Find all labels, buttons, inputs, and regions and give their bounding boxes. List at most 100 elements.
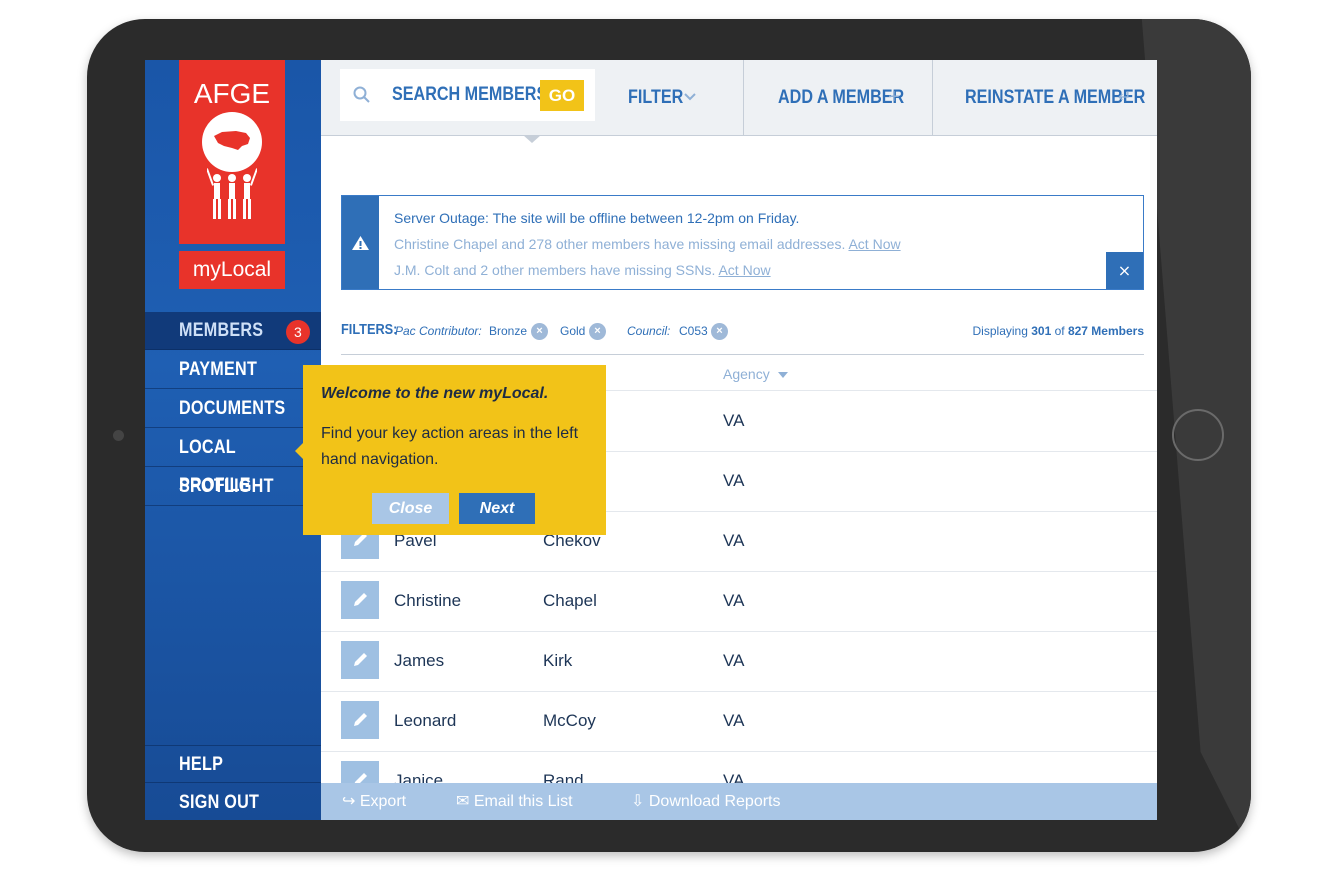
tooltip-title: Welcome to the new myLocal.	[321, 385, 549, 402]
alert-message-outage: Server Outage: The site will be offline …	[394, 210, 800, 226]
agency-header-label: Agency	[723, 366, 770, 382]
table-row[interactable]: Leonard McCoy VA	[321, 691, 1157, 752]
go-button[interactable]: GO	[540, 80, 584, 111]
export-label: Export	[359, 793, 407, 810]
alert-ssn-text: J.M. Colt and 2 other members have missi…	[394, 262, 716, 278]
active-filters-bar: FILTERS: Pac Contributor: Bronze × Gold …	[341, 318, 1144, 355]
nav-item-sign-out[interactable]: SIGN OUT	[145, 784, 321, 820]
first-name-cell: Leonard	[394, 711, 457, 730]
screen: AFGE myLocal MEMBERS 3 PAYMENT DOCUMENTS…	[145, 60, 1157, 820]
tooltip-body: Find your key action areas in the left h…	[321, 425, 579, 468]
filter-button[interactable]: FILTER	[628, 60, 696, 135]
nav-label-sign-out: SIGN OUT	[179, 792, 260, 813]
members-count-badge: 3	[286, 320, 310, 344]
nav-label-payment: PAYMENT	[179, 359, 258, 380]
pac-label-text: Pac Contributor:	[395, 324, 482, 338]
app-name-label: myLocal	[179, 251, 285, 289]
display-shown: 301	[1031, 324, 1052, 338]
top-bar: SEARCH MEMBERS GO FILTER ADD A MEMBER + …	[321, 60, 1157, 143]
reinstate-member-button[interactable]: REINSTATE A MEMBER ↵	[965, 60, 1157, 135]
edit-pencil-icon[interactable]	[341, 581, 379, 619]
nav-label-help: HELP	[179, 754, 224, 775]
tablet-home-button[interactable]	[1172, 409, 1224, 461]
logo-text: AFGE	[193, 78, 271, 109]
export-button[interactable]: ↪ Export	[342, 783, 406, 820]
globe-icon	[202, 112, 262, 172]
remove-gold-icon[interactable]: ×	[589, 323, 606, 340]
tablet-camera	[113, 430, 124, 441]
alert-message-email: Christine Chapel and 278 other members h…	[394, 236, 901, 252]
display-total: 827 Members	[1067, 324, 1144, 338]
nav-item-members[interactable]: MEMBERS 3	[145, 312, 321, 350]
return-arrow-icon: ↵	[1118, 89, 1132, 106]
table-row[interactable]: James Kirk VA	[321, 631, 1157, 692]
search-icon	[352, 85, 372, 105]
agency-cell: VA	[723, 651, 745, 670]
warning-icon	[342, 196, 379, 289]
first-name-cell: Christine	[394, 591, 462, 610]
filter-chip-bronze: Bronze	[489, 324, 528, 338]
divider	[932, 60, 933, 135]
envelope-icon: ✉	[456, 793, 470, 810]
alert-email-text: Christine Chapel and 278 other members h…	[394, 236, 846, 252]
table-row[interactable]: Christine Chapel VA	[321, 571, 1157, 632]
filter-chip-council: C053	[679, 324, 708, 338]
download-icon: ⇩	[631, 793, 645, 810]
council-label-text: Council:	[627, 324, 671, 338]
last-name-cell: Chapel	[543, 591, 597, 610]
onboarding-tooltip: Welcome to the new myLocal. Find your ke…	[295, 365, 606, 535]
download-label: Download Reports	[648, 793, 781, 810]
nav-item-spotlight[interactable]: SPOTLIGHT	[145, 468, 321, 506]
agency-cell: VA	[723, 531, 745, 550]
filter-chip-gold: Gold	[560, 324, 586, 338]
people-icon	[205, 168, 259, 224]
nav-label-members: MEMBERS	[179, 320, 264, 341]
chevron-down-icon	[683, 60, 697, 167]
nav-item-documents[interactable]: DOCUMENTS	[145, 390, 321, 428]
display-prefix: Displaying	[972, 324, 1028, 338]
filters-label: FILTERS:	[341, 321, 398, 338]
remove-bronze-icon[interactable]: ×	[531, 323, 548, 340]
last-name-cell: McCoy	[543, 711, 596, 730]
agency-column-header[interactable]: Agency	[723, 366, 788, 382]
divider	[743, 60, 744, 135]
add-member-button[interactable]: ADD A MEMBER +	[778, 60, 926, 135]
nav-label-spotlight: SPOTLIGHT	[179, 476, 274, 497]
afge-logo[interactable]: AFGE	[179, 60, 285, 244]
search-pointer	[523, 135, 541, 143]
tooltip-close-button[interactable]: Close	[372, 493, 449, 524]
nav-item-help[interactable]: HELP	[145, 745, 321, 783]
bottom-action-bar: ↪ Export ✉ Email this List ⇩ Download Re…	[321, 783, 1157, 820]
nav-item-payment[interactable]: PAYMENT	[145, 351, 321, 389]
email-label: Email this List	[473, 793, 573, 810]
alert-close-button[interactable]: ×	[1106, 252, 1143, 289]
agency-cell: VA	[723, 591, 745, 610]
email-list-button[interactable]: ✉ Email this List	[456, 783, 573, 820]
alert-panel: Server Outage: The site will be offline …	[341, 195, 1144, 290]
filter-pac-label: Pac Contributor:	[395, 324, 482, 338]
share-icon: ↪	[342, 793, 356, 810]
last-name-cell: Kirk	[543, 651, 573, 670]
filter-council-label: Council:	[627, 324, 670, 338]
display-count: Displaying 301 of 827 Members	[973, 324, 1144, 338]
search-members-box[interactable]: SEARCH MEMBERS GO	[340, 69, 595, 121]
plus-icon: +	[888, 86, 900, 108]
act-now-link-ssn[interactable]: Act Now	[718, 262, 770, 278]
sort-down-icon	[777, 372, 788, 379]
agency-cell: VA	[723, 471, 745, 490]
nav-label-documents: DOCUMENTS	[179, 398, 286, 419]
agency-cell: VA	[723, 711, 745, 730]
search-input[interactable]: SEARCH MEMBERS	[392, 69, 547, 121]
agency-cell: VA	[723, 411, 745, 430]
remove-council-icon[interactable]: ×	[711, 323, 728, 340]
act-now-link-email[interactable]: Act Now	[848, 236, 900, 252]
add-member-label: ADD A MEMBER	[778, 87, 905, 108]
edit-pencil-icon[interactable]	[341, 641, 379, 679]
download-reports-button[interactable]: ⇩ Download Reports	[631, 783, 780, 820]
first-name-cell: James	[394, 651, 445, 670]
alert-message-ssn: J.M. Colt and 2 other members have missi…	[394, 262, 771, 278]
edit-pencil-icon[interactable]	[341, 701, 379, 739]
display-of: of	[1054, 324, 1065, 338]
filter-label: FILTER	[628, 87, 684, 108]
tooltip-next-button[interactable]: Next	[459, 493, 535, 524]
